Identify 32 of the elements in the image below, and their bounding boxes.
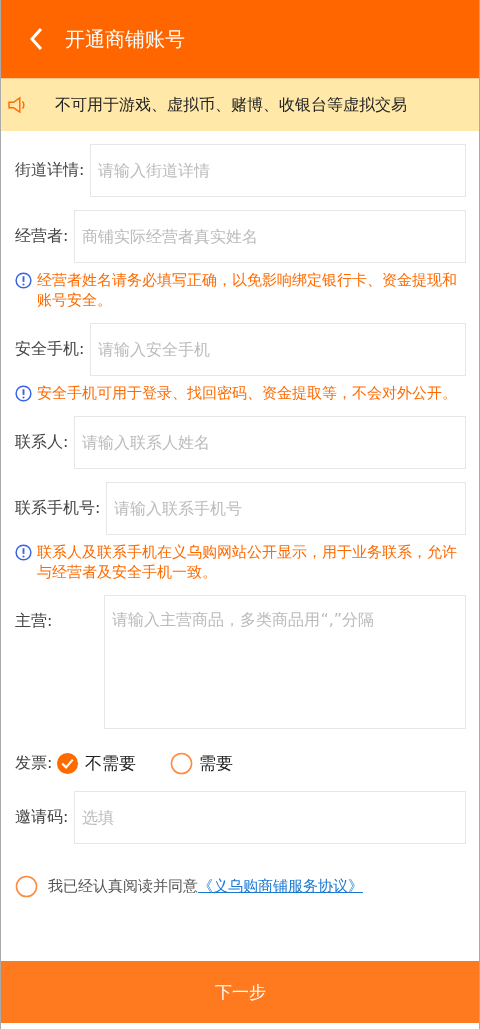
input-field[interactable]: 请输入安全手机 xyxy=(90,323,466,376)
hint-text: 联系人及联系手机在义乌购网站公开显示，用于业务联系，允许与经营者及安全手机一致。 xyxy=(37,543,458,582)
field-label: 发票: xyxy=(15,752,53,774)
agreement-text: 我已经认真阅读并同意 xyxy=(48,877,198,896)
info-icon xyxy=(15,544,32,561)
option-label: 不需要 xyxy=(85,751,137,775)
input-field[interactable]: 请输入联系人姓名 xyxy=(74,416,466,469)
input-field[interactable]: 请输入联系手机号 xyxy=(106,482,466,535)
page-title: 开通商铺账号 xyxy=(65,25,185,53)
hint-text: 经营者姓名请务必填写正确，以免影响绑定银行卡、资金提现和账号安全。 xyxy=(37,271,458,310)
field-label: 邀请码: xyxy=(15,807,69,828)
field-label: 联系手机号: xyxy=(15,498,101,519)
input-field[interactable]: 选填 xyxy=(74,791,466,844)
info-icon xyxy=(15,385,32,402)
field-label: 街道详情: xyxy=(15,160,85,181)
notice-text: 不可用于游戏、虚拟币、赌博、收银台等虚拟交易 xyxy=(55,94,407,116)
back-icon[interactable] xyxy=(29,27,43,51)
next-button[interactable]: 下一步 xyxy=(1,961,479,1023)
radio-button[interactable] xyxy=(56,751,80,775)
field-label: 安全手机: xyxy=(15,339,85,360)
input-field[interactable]: 请输入街道详情 xyxy=(90,144,466,197)
info-icon xyxy=(15,272,32,289)
input-field[interactable]: 商铺实际经营者真实姓名 xyxy=(74,210,466,263)
field-label: 经营者: xyxy=(15,226,69,247)
radio-button[interactable] xyxy=(170,751,194,775)
text-area[interactable]: 请输入主营商品，多类商品用“,”分隔 xyxy=(104,595,466,729)
field-label: 主营: xyxy=(15,610,53,632)
hint-text: 安全手机可用于登录、找回密码、资金提取等，不会对外公开。 xyxy=(37,384,457,403)
agree-checkbox[interactable] xyxy=(15,875,38,898)
field-label: 联系人: xyxy=(15,432,69,453)
option-label: 需要 xyxy=(199,751,234,775)
agreement-link[interactable]: 《义乌购商铺服务协议》 xyxy=(198,877,363,896)
